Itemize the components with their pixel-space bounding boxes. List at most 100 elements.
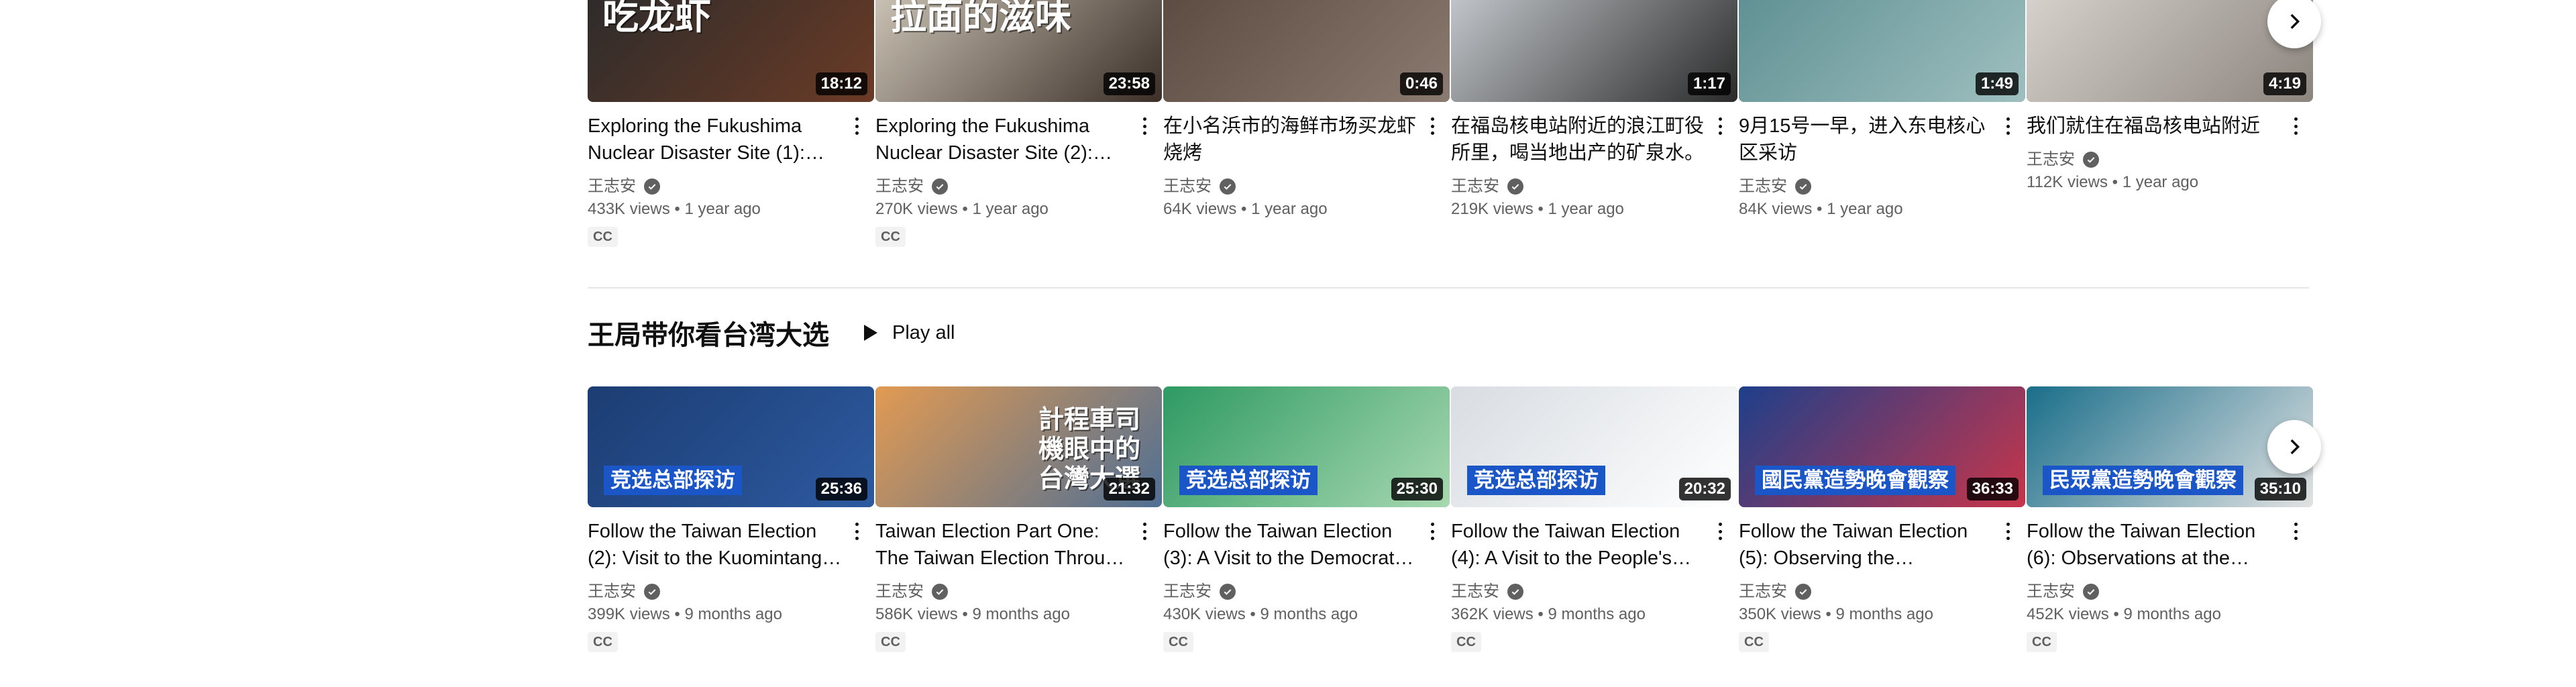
- duration-badge: 1:17: [1687, 72, 1731, 95]
- separator-dot: •: [1821, 605, 1836, 623]
- more-actions-icon[interactable]: [1136, 114, 1152, 138]
- upload-age: 9 months ago: [1835, 605, 1933, 623]
- more-actions-icon[interactable]: [849, 114, 865, 138]
- video-card[interactable]: 0:46 在小名浜市的海鲜市场买龙虾烧烤 王志安 64K views • 1 year…: [1163, 0, 1450, 247]
- next-arrow-button[interactable]: [2267, 420, 2321, 474]
- channel-name[interactable]: 王志安: [1163, 176, 1212, 197]
- video-title[interactable]: Follow the Taiwan Election (6): Observat…: [2027, 518, 2281, 572]
- channel-name[interactable]: 王志安: [2027, 149, 2075, 170]
- next-arrow-button[interactable]: [2267, 0, 2321, 48]
- video-stats: 84K views • 1 year ago: [1739, 197, 1993, 221]
- verified-check-icon: [1795, 178, 1811, 195]
- play-all-label: Play all: [892, 321, 955, 344]
- video-title[interactable]: Exploring the Fukushima Nuclear Disaster…: [875, 113, 1130, 166]
- video-title[interactable]: 在福岛核电站附近的浪江町役所里，喝当地出产的矿泉水。: [1451, 113, 1705, 166]
- shelf-divider: [588, 287, 2309, 288]
- video-details: Follow the Taiwan Election (4): A Visit …: [1451, 507, 1737, 652]
- video-title[interactable]: Follow the Taiwan Election (5): Observin…: [1739, 518, 1993, 572]
- more-actions-icon[interactable]: [1424, 519, 1440, 543]
- more-actions-icon[interactable]: [2000, 114, 2016, 138]
- video-title[interactable]: Follow the Taiwan Election (2): Visit to…: [588, 518, 842, 572]
- upload-age: 1 year ago: [1548, 200, 1624, 218]
- channel-name[interactable]: 王志安: [1451, 176, 1499, 197]
- upload-age: 1 year ago: [972, 200, 1049, 218]
- video-details: 在福岛核电站附近的浪江町役所里，喝当地出产的矿泉水。 王志安 219K views …: [1451, 102, 1737, 221]
- video-card[interactable]: 計程車司機眼中的台灣大選 21:32 Taiwan Election Part On…: [875, 386, 1162, 652]
- separator-dot: •: [2108, 605, 2124, 623]
- more-actions-icon[interactable]: [1424, 114, 1440, 138]
- separator-dot: •: [1236, 200, 1252, 218]
- upload-age: 9 months ago: [2123, 605, 2221, 623]
- chevron-right-icon: [2290, 439, 2300, 455]
- video-card[interactable]: 竞选总部探访 20:32 Follow the Taiwan Election (4…: [1451, 386, 1737, 652]
- shelf-title[interactable]: 王局带你看台湾大选: [588, 313, 829, 352]
- video-title[interactable]: Exploring the Fukushima Nuclear Disaster…: [588, 113, 842, 166]
- video-card[interactable]: 竞选总部探访 25:30 Follow the Taiwan Election (3…: [1163, 386, 1450, 652]
- channel-row: 王志安: [2027, 149, 2281, 170]
- video-thumbnail[interactable]: 1:17: [1451, 0, 1737, 102]
- video-stats: 399K views • 9 months ago: [588, 602, 842, 627]
- view-count: 270K views: [875, 200, 958, 218]
- video-card[interactable]: 民眾黨造勢晚會觀察 35:10 Follow the Taiwan Election…: [2027, 386, 2313, 652]
- channel-name[interactable]: 王志安: [875, 176, 924, 197]
- video-thumbnail[interactable]: 計程車司機眼中的台灣大選 21:32: [875, 386, 1162, 507]
- video-thumbnail[interactable]: 國民黨造勢晚會觀察 36:33: [1739, 386, 2025, 507]
- duration-badge: 35:10: [2254, 478, 2306, 500]
- cc-badge: CC: [1739, 632, 1769, 652]
- more-actions-icon[interactable]: [1712, 114, 1728, 138]
- more-actions-icon[interactable]: [849, 519, 865, 543]
- channel-row: 王志安: [588, 176, 842, 197]
- channel-name[interactable]: 王志安: [588, 176, 636, 197]
- video-title[interactable]: 我们就住在福岛核电站附近: [2027, 113, 2281, 140]
- video-title[interactable]: Follow the Taiwan Election (4): A Visit …: [1451, 518, 1705, 572]
- channel-name[interactable]: 王志安: [1739, 581, 1787, 602]
- video-thumbnail[interactable]: 吃龙虾 18:12: [588, 0, 874, 102]
- play-icon: [864, 325, 877, 341]
- video-thumbnail[interactable]: 竞选总部探访 25:30: [1163, 386, 1450, 507]
- verified-check-icon: [932, 584, 948, 600]
- video-card[interactable]: 1:17 在福岛核电站附近的浪江町役所里，喝当地出产的矿泉水。 王志安 219K vi…: [1451, 0, 1737, 247]
- shelf-fukushima: 吃龙虾 18:12 Exploring the Fukushima Nuclear …: [588, 0, 2321, 247]
- video-title[interactable]: Taiwan Election Part One: The Taiwan Ele…: [875, 518, 1130, 572]
- channel-name[interactable]: 王志安: [588, 581, 636, 602]
- channel-row: 王志安: [875, 581, 1130, 602]
- more-actions-icon[interactable]: [2288, 519, 2304, 543]
- channel-name[interactable]: 王志安: [2027, 581, 2075, 602]
- video-card[interactable]: 拉面的滋味 23:58 Exploring the Fukushima Nuclea…: [875, 0, 1162, 247]
- thumbnail-caption: 吃龙虾: [602, 0, 711, 37]
- video-card[interactable]: 1:49 9月15号一早，进入东电核心区采访王志安 84K views • 1 ye…: [1739, 0, 2025, 247]
- channel-name[interactable]: 王志安: [875, 581, 924, 602]
- video-card[interactable]: 4:19 我们就住在福岛核电站附近 王志安 112K views • 1 year a…: [2027, 0, 2313, 247]
- video-thumbnail[interactable]: 1:49: [1739, 0, 2025, 102]
- video-card[interactable]: 竞选总部探访 25:36 Follow the Taiwan Election (2…: [588, 386, 874, 652]
- view-count: 452K views: [2027, 605, 2109, 623]
- more-actions-icon[interactable]: [2288, 114, 2304, 138]
- more-actions-icon[interactable]: [1712, 519, 1728, 543]
- video-details: Taiwan Election Part One: The Taiwan Ele…: [875, 507, 1162, 652]
- video-title[interactable]: 在小名浜市的海鲜市场买龙虾烧烤: [1163, 113, 1417, 166]
- video-thumbnail[interactable]: 拉面的滋味 23:58: [875, 0, 1162, 102]
- more-actions-icon[interactable]: [2000, 519, 2016, 543]
- separator-dot: •: [2107, 173, 2123, 191]
- channel-name[interactable]: 王志安: [1163, 581, 1212, 602]
- video-thumbnail[interactable]: 竞选总部探访 20:32: [1451, 386, 1737, 507]
- thumbnail-caption: 拉面的滋味: [890, 0, 1071, 37]
- video-card[interactable]: 吃龙虾 18:12 Exploring the Fukushima Nuclear …: [588, 0, 874, 247]
- verified-check-icon: [1507, 584, 1523, 600]
- video-row: 吃龙虾 18:12 Exploring the Fukushima Nuclear …: [588, 0, 2313, 247]
- duration-badge: 25:36: [815, 478, 867, 500]
- channel-name[interactable]: 王志安: [1739, 176, 1787, 197]
- verified-check-icon: [1507, 178, 1523, 195]
- play-all-button[interactable]: Play all: [859, 322, 955, 344]
- duration-badge: 0:46: [1399, 72, 1443, 95]
- video-card[interactable]: 國民黨造勢晚會觀察 36:33 Follow the Taiwan Election…: [1739, 386, 2025, 652]
- video-stats: 433K views • 1 year ago: [588, 197, 842, 221]
- upload-age: 1 year ago: [684, 200, 761, 218]
- channel-name[interactable]: 王志安: [1451, 581, 1499, 602]
- more-actions-icon[interactable]: [1136, 519, 1152, 543]
- video-title[interactable]: 9月15号一早，进入东电核心区采访: [1739, 113, 1993, 166]
- video-thumbnail[interactable]: 竞选总部探访 25:36: [588, 386, 874, 507]
- video-title[interactable]: Follow the Taiwan Election (3): A Visit …: [1163, 518, 1417, 572]
- cc-badge: CC: [1163, 632, 1193, 652]
- video-thumbnail[interactable]: 0:46: [1163, 0, 1450, 102]
